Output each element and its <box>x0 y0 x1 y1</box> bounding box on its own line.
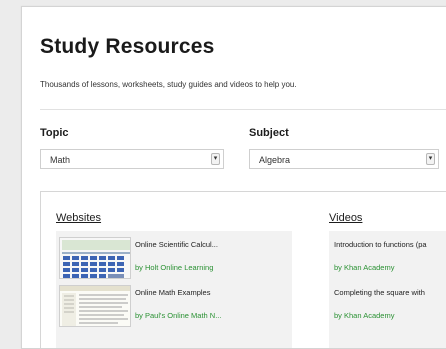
topic-label: Topic <box>40 127 69 139</box>
study-resources-card: Study Resources Thousands of lessons, wo… <box>21 6 446 349</box>
website-title-2[interactable]: Online Math Examples <box>135 288 210 297</box>
videos-list: Introduction to functions (pa by Khan Ac… <box>329 231 446 348</box>
topic-select[interactable]: Math ▾ <box>40 149 224 169</box>
subject-select-value: Algebra <box>259 155 291 165</box>
video-title-1[interactable]: Introduction to functions (pa <box>334 240 427 249</box>
chevron-down-icon[interactable]: ▾ <box>211 153 220 165</box>
websites-heading[interactable]: Websites <box>56 212 101 224</box>
video-source-1[interactable]: by Khan Academy <box>334 263 394 272</box>
topic-select-value: Math <box>50 155 71 165</box>
website-title-1[interactable]: Online Scientific Calcul... <box>135 240 218 249</box>
calculator-thumbnail-graphic <box>60 238 130 278</box>
header-divider <box>40 109 446 110</box>
page-subtitle: Thousands of lessons, worksheets, study … <box>40 80 297 89</box>
chevron-down-icon[interactable]: ▾ <box>426 153 435 165</box>
results-container: Websites Online Scientific Calcul... by … <box>40 191 446 348</box>
videos-heading[interactable]: Videos <box>329 212 362 224</box>
video-source-2[interactable]: by Khan Academy <box>334 311 394 320</box>
subject-label: Subject <box>249 127 289 139</box>
document-thumbnail-graphic <box>60 286 130 326</box>
websites-list: Online Scientific Calcul... by Holt Onli… <box>56 231 292 348</box>
calculator-thumbnail[interactable] <box>59 237 131 279</box>
video-title-2[interactable]: Completing the square with <box>334 288 425 297</box>
subject-select[interactable]: Algebra ▾ <box>249 149 439 169</box>
page-title: Study Resources <box>40 35 215 58</box>
website-source-2[interactable]: by Paul's Online Math N... <box>135 311 221 320</box>
document-thumbnail[interactable] <box>59 285 131 327</box>
website-source-1[interactable]: by Holt Online Learning <box>135 263 213 272</box>
